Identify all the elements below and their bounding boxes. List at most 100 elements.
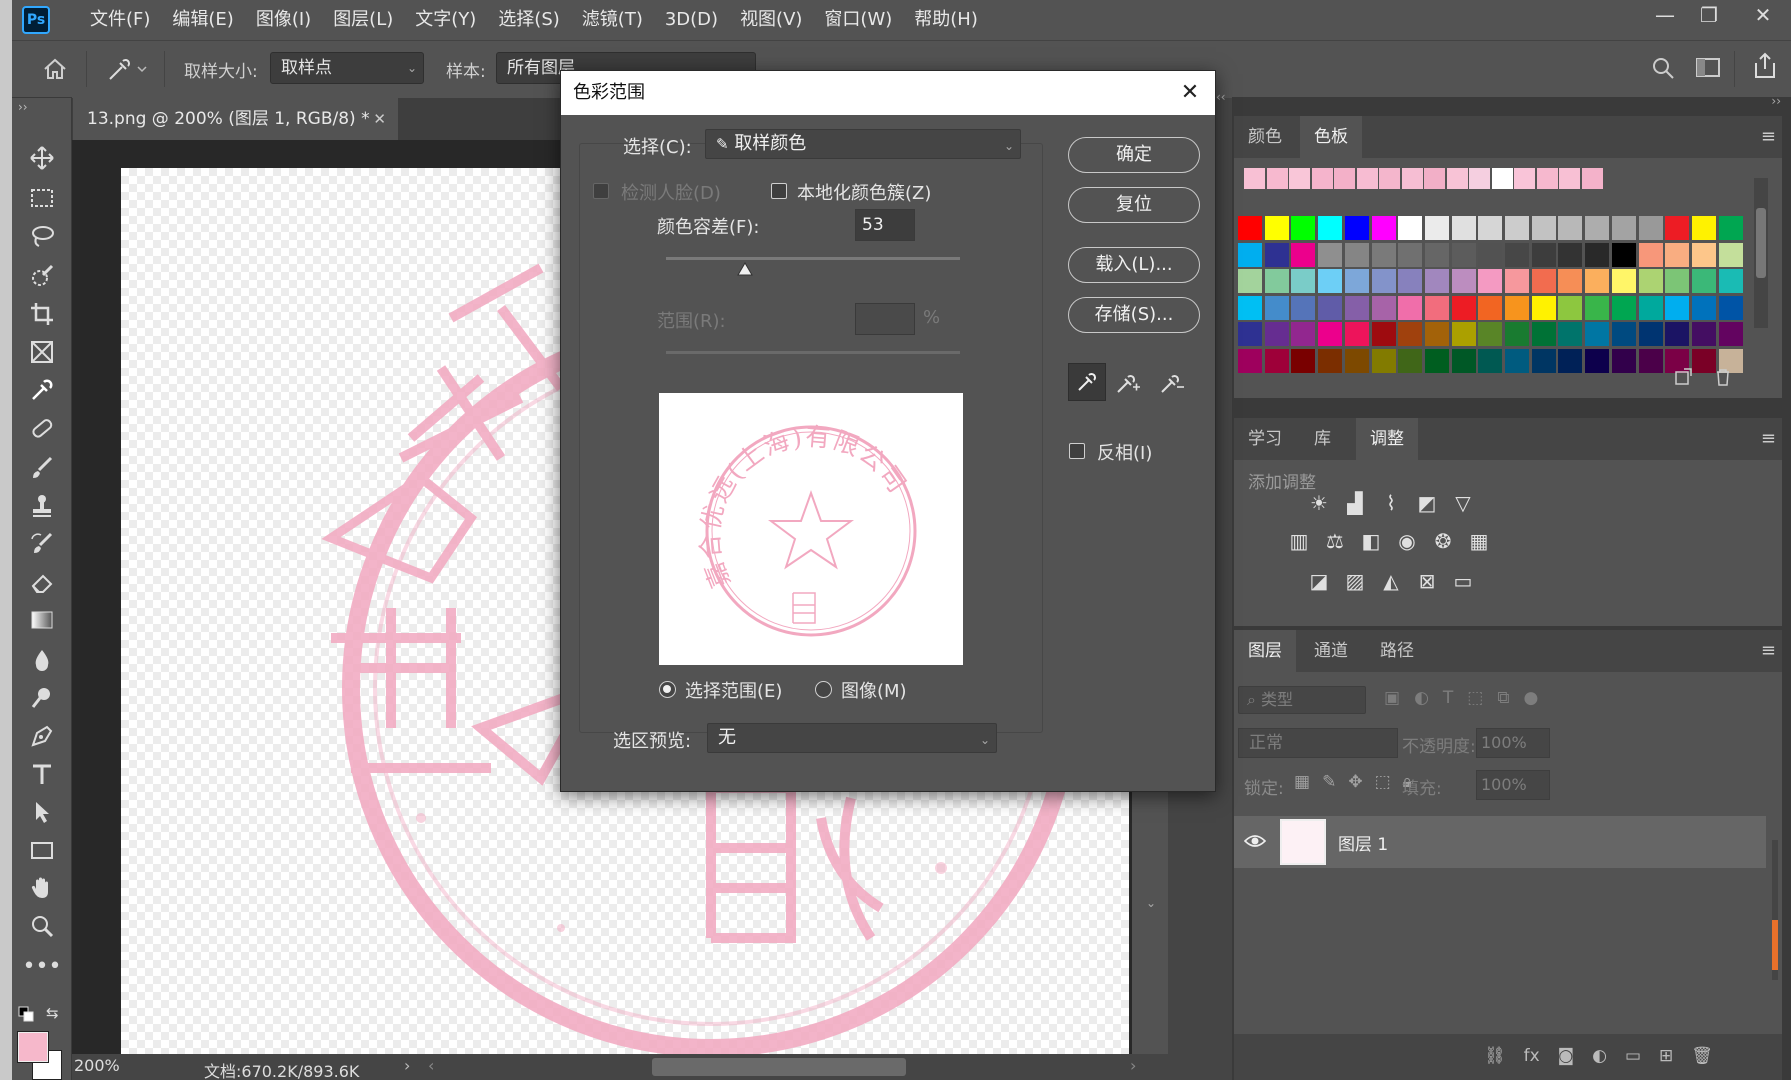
swatch[interactable] xyxy=(1611,348,1636,373)
swatch[interactable] xyxy=(1505,295,1529,320)
horizontal-scrollbar-thumb[interactable] xyxy=(652,1058,906,1076)
fuzziness-slider[interactable] xyxy=(666,257,960,260)
layer-row[interactable]: 图层 1 xyxy=(1234,816,1766,868)
menu-item[interactable]: 图层(L) xyxy=(322,0,404,40)
swatch[interactable] xyxy=(1505,216,1529,240)
tab-document[interactable]: 13.png @ 200% (图层 1, RGB/8) * ✕ xyxy=(73,98,398,140)
swatch[interactable] xyxy=(1505,322,1529,346)
menu-item[interactable]: 滤镜(T) xyxy=(571,0,654,40)
menu-item[interactable]: 图像(I) xyxy=(245,0,322,40)
swatch[interactable] xyxy=(1478,269,1503,293)
swatch[interactable] xyxy=(1318,322,1343,346)
swatch[interactable] xyxy=(1638,295,1663,320)
swatch[interactable] xyxy=(1238,348,1262,373)
ok-button[interactable]: 确定 xyxy=(1068,137,1200,173)
swatch[interactable] xyxy=(1478,322,1503,346)
swatch[interactable] xyxy=(1718,322,1743,346)
new-adjustment-layer-icon[interactable]: ◐ xyxy=(1592,1046,1607,1066)
reset-button[interactable]: 复位 xyxy=(1068,187,1200,223)
range-field[interactable] xyxy=(855,303,915,335)
swatch[interactable] xyxy=(1398,322,1423,346)
swatch[interactable] xyxy=(1238,322,1262,346)
swatch[interactable] xyxy=(1264,322,1289,346)
swatch[interactable] xyxy=(1718,269,1743,293)
status-menu-chevron-icon[interactable]: › xyxy=(404,1056,410,1075)
swatch[interactable] xyxy=(1691,216,1716,240)
zoom-level[interactable]: 200% xyxy=(74,1056,120,1075)
dialog-close-icon[interactable]: ✕ xyxy=(1175,71,1205,115)
swatch[interactable] xyxy=(1531,216,1556,240)
swatch[interactable] xyxy=(1478,348,1503,373)
swatch[interactable] xyxy=(1611,269,1636,293)
swatch[interactable] xyxy=(1344,295,1369,320)
swatch[interactable] xyxy=(1691,242,1716,267)
eyedropper-tool-icon[interactable] xyxy=(24,374,60,406)
tab-color[interactable]: 颜色 xyxy=(1234,116,1296,158)
swatch[interactable] xyxy=(1344,322,1369,346)
channel-mixer-icon[interactable]: ❂ xyxy=(1430,529,1456,553)
swatch[interactable] xyxy=(1558,295,1583,320)
save-button[interactable]: 存储(S)... xyxy=(1068,297,1200,333)
swatch[interactable] xyxy=(1558,348,1583,373)
load-button[interactable]: 载入(L)... xyxy=(1068,247,1200,283)
swatch[interactable] xyxy=(1264,295,1289,320)
swatch[interactable] xyxy=(1718,242,1743,267)
black-white-icon[interactable]: ◧ xyxy=(1358,529,1384,553)
recent-swatch[interactable] xyxy=(1424,168,1445,189)
recent-swatch[interactable] xyxy=(1401,168,1423,189)
panel-menu-icon[interactable]: ≡ xyxy=(1761,428,1776,449)
link-layers-icon[interactable]: ⛓︎ xyxy=(1484,1046,1506,1066)
swatch[interactable] xyxy=(1424,216,1449,240)
swatch[interactable] xyxy=(1478,242,1503,267)
new-group-icon[interactable]: ▭ xyxy=(1625,1046,1641,1066)
swatch[interactable] xyxy=(1585,295,1610,320)
swatch[interactable] xyxy=(1638,216,1663,240)
swatch[interactable] xyxy=(1585,348,1610,373)
swatch[interactable] xyxy=(1424,269,1449,293)
healing-brush-tool-icon[interactable] xyxy=(24,412,60,444)
recent-swatch[interactable] xyxy=(1446,168,1468,189)
swatch[interactable] xyxy=(1398,348,1423,373)
selection-preview-select[interactable]: 无 ⌄ xyxy=(707,723,997,753)
layer-name[interactable]: 图层 1 xyxy=(1338,830,1388,855)
swatch[interactable] xyxy=(1531,242,1556,267)
recent-swatch[interactable] xyxy=(1559,168,1580,189)
swatch[interactable] xyxy=(1451,322,1476,346)
swatch[interactable] xyxy=(1531,269,1556,293)
swatch[interactable] xyxy=(1371,322,1396,346)
swatch[interactable] xyxy=(1585,269,1610,293)
zoom-tool-icon[interactable] xyxy=(24,910,60,942)
swap-colors-icon[interactable]: ⇆ xyxy=(46,1004,59,1022)
dodge-tool-icon[interactable] xyxy=(24,682,60,714)
recent-swatch[interactable] xyxy=(1266,168,1288,189)
swatch[interactable] xyxy=(1451,348,1476,373)
swatch[interactable] xyxy=(1665,295,1690,320)
swatch[interactable] xyxy=(1398,269,1423,293)
foreground-color-swatch[interactable] xyxy=(17,1031,49,1063)
fuzziness-field[interactable]: 53 xyxy=(855,209,915,241)
recent-swatch[interactable] xyxy=(1491,168,1513,189)
swatch[interactable] xyxy=(1264,242,1289,267)
posterize-icon[interactable]: ▨ xyxy=(1342,569,1368,593)
swatch[interactable] xyxy=(1371,295,1396,320)
swatch[interactable] xyxy=(1318,242,1343,267)
crop-tool-icon[interactable] xyxy=(24,298,60,330)
swatch[interactable] xyxy=(1344,216,1369,240)
swatch[interactable] xyxy=(1398,216,1423,240)
swatch[interactable] xyxy=(1318,216,1343,240)
filter-shape-icon[interactable]: ⬚ xyxy=(1467,688,1483,708)
swatch[interactable] xyxy=(1585,242,1610,267)
swatch[interactable] xyxy=(1291,216,1316,240)
close-tab-icon[interactable]: ✕ xyxy=(373,98,386,140)
swatch[interactable] xyxy=(1558,322,1583,346)
swatch[interactable] xyxy=(1505,242,1529,267)
clone-stamp-tool-icon[interactable] xyxy=(24,490,60,522)
swatch[interactable] xyxy=(1558,216,1583,240)
panel-menu-icon[interactable]: ≡ xyxy=(1761,126,1776,147)
swatch[interactable] xyxy=(1344,348,1369,373)
exposure-icon[interactable]: ◩ xyxy=(1414,491,1440,515)
recent-swatch[interactable] xyxy=(1379,168,1400,189)
hand-tool-icon[interactable] xyxy=(24,872,60,904)
eyedropper-tool-preset-icon[interactable] xyxy=(104,53,154,85)
swatch[interactable] xyxy=(1291,348,1316,373)
